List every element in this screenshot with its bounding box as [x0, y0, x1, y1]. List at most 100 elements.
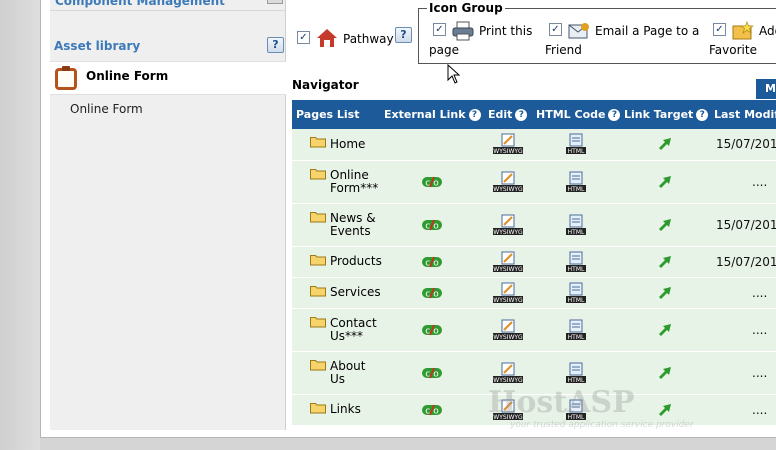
target-arrow-icon: [659, 286, 671, 299]
watermark-logo: HostASP: [488, 385, 635, 420]
pathway-checkbox[interactable]: ✓: [297, 31, 310, 44]
page-cell[interactable]: Products: [292, 246, 382, 278]
wysiwyg-edit-icon: WYSIWYG: [493, 251, 523, 273]
page-cell[interactable]: Online Form***: [292, 160, 380, 204]
wysiwyg-edit-icon: WYSIWYG: [493, 319, 523, 341]
print-label-line1: Print this: [479, 24, 533, 38]
print-checkbox[interactable]: ✓: [433, 23, 446, 36]
edit-cell[interactable]: WYSIWYG: [484, 246, 532, 278]
table-row: Services c/o WYSIWYG HTML....: [292, 277, 776, 309]
mouse-cursor-icon: [447, 64, 461, 84]
navigator-table: Pages List External Link? Edit? HTML Cod…: [292, 100, 776, 426]
html-code-cell[interactable]: HTML: [532, 277, 620, 309]
asset-item-online-form[interactable]: Online Form: [50, 61, 286, 95]
link-target-cell[interactable]: [620, 246, 710, 278]
html-label: HTML: [568, 148, 585, 155]
asset-sub-item-online-form[interactable]: Online Form: [70, 102, 143, 116]
external-link-icon: c/o: [422, 287, 442, 299]
component-help-button[interactable]: [267, 0, 283, 4]
wysiwyg-label: WYSIWYG: [493, 229, 523, 236]
edit-cell[interactable]: WYSIWYG: [484, 203, 532, 247]
folder-icon: [310, 316, 326, 327]
navigator-title: Navigator: [292, 78, 359, 92]
external-link-cell[interactable]: c/o: [380, 351, 484, 395]
html-code-cell[interactable]: HTML: [532, 160, 620, 204]
page-cell[interactable]: Contact Us***: [292, 308, 380, 352]
html-label: HTML: [568, 266, 585, 273]
page-name: Links: [330, 402, 361, 416]
page-cell[interactable]: Links: [292, 394, 380, 426]
external-link-cell[interactable]: c/o: [380, 277, 484, 309]
edit-cell[interactable]: WYSIWYG: [484, 308, 532, 352]
wysiwyg-label: WYSIWYG: [493, 334, 523, 341]
col-link-target: Link Target?: [620, 100, 710, 129]
edit-cell[interactable]: WYSIWYG: [484, 277, 532, 309]
html-code-cell[interactable]: HTML: [532, 246, 620, 278]
external-link-cell[interactable]: c/o: [380, 160, 484, 204]
external-link-icon: c/o: [422, 176, 442, 188]
pathway-help-icon[interactable]: ?: [395, 27, 412, 43]
link-target-cell[interactable]: [620, 203, 710, 247]
html-code-cell[interactable]: HTML: [532, 203, 620, 247]
wysiwyg-edit-icon: WYSIWYG: [493, 171, 523, 193]
print-label-line2: page: [429, 43, 459, 57]
target-arrow-icon: [659, 323, 671, 336]
help-icon[interactable]: ?: [696, 109, 709, 121]
html-label: HTML: [568, 377, 585, 384]
page-cell[interactable]: Services: [292, 277, 381, 309]
page-cell[interactable]: About Us: [292, 351, 380, 395]
edit-cell[interactable]: WYSIWYG: [484, 160, 532, 204]
external-link-cell[interactable]: c/o: [380, 308, 484, 352]
target-arrow-icon: [659, 138, 671, 151]
html-label: HTML: [568, 229, 585, 236]
wysiwyg-edit-icon: WYSIWYG: [493, 282, 523, 304]
col-pages-list: Pages List: [292, 100, 380, 129]
html-code-icon: HTML: [566, 133, 586, 155]
folder-icon: [310, 168, 326, 179]
external-link-cell[interactable]: c/o: [380, 203, 484, 247]
pathway-label: Pathway: [343, 32, 394, 46]
col-last-modified: Last Modifi: [710, 100, 776, 129]
html-code-icon: HTML: [566, 362, 586, 384]
link-target-cell[interactable]: [620, 129, 710, 161]
link-target-cell[interactable]: [620, 308, 710, 352]
link-target-cell[interactable]: [620, 160, 710, 204]
html-code-icon: HTML: [566, 319, 586, 341]
external-link-icon: c/o: [422, 256, 442, 268]
external-link-cell[interactable]: c/o: [380, 246, 484, 278]
folder-icon: [310, 402, 326, 413]
folder-icon: [310, 137, 326, 148]
icon-group-legend: Icon Group: [427, 1, 505, 15]
asset-library-help-icon[interactable]: ?: [267, 37, 284, 53]
external-link-cell[interactable]: [380, 129, 484, 161]
link-target-cell[interactable]: [620, 277, 710, 309]
last-modified-cell: ....: [710, 160, 776, 204]
favorite-folder-icon: [732, 21, 754, 40]
external-link-icon: c/o: [422, 219, 442, 231]
wysiwyg-edit-icon: WYSIWYG: [493, 214, 523, 236]
html-code-cell[interactable]: HTML: [532, 129, 620, 161]
html-code-cell[interactable]: HTML: [532, 308, 620, 352]
html-label: HTML: [568, 297, 585, 304]
page-name: Online Form***: [330, 167, 379, 195]
page-cell[interactable]: Home: [292, 129, 380, 161]
last-modified-cell: 15/07/201: [710, 246, 776, 278]
external-link-cell[interactable]: c/o: [380, 394, 484, 426]
email-checkbox[interactable]: ✓: [549, 23, 562, 36]
page-name: Products: [330, 254, 382, 268]
edit-cell[interactable]: WYSIWYG: [484, 129, 532, 161]
sidebar-divider: [50, 10, 286, 11]
table-row: Contact Us*** c/o WYSIWYG HTML....: [292, 308, 776, 352]
help-icon[interactable]: ?: [468, 109, 481, 121]
favorite-checkbox[interactable]: ✓: [713, 23, 726, 36]
page-cell[interactable]: News & Events: [292, 203, 380, 247]
last-modified-cell: ....: [710, 308, 776, 352]
help-icon[interactable]: ?: [608, 109, 620, 121]
navigator-tab[interactable]: M: [756, 79, 776, 99]
help-icon[interactable]: ?: [515, 109, 528, 121]
external-link-icon: c/o: [422, 324, 442, 336]
last-modified-cell: ....: [710, 394, 776, 426]
favorite-label-line1: Add: [759, 24, 776, 38]
target-arrow-icon: [659, 255, 671, 268]
col-external-link: External Link?: [380, 100, 484, 129]
